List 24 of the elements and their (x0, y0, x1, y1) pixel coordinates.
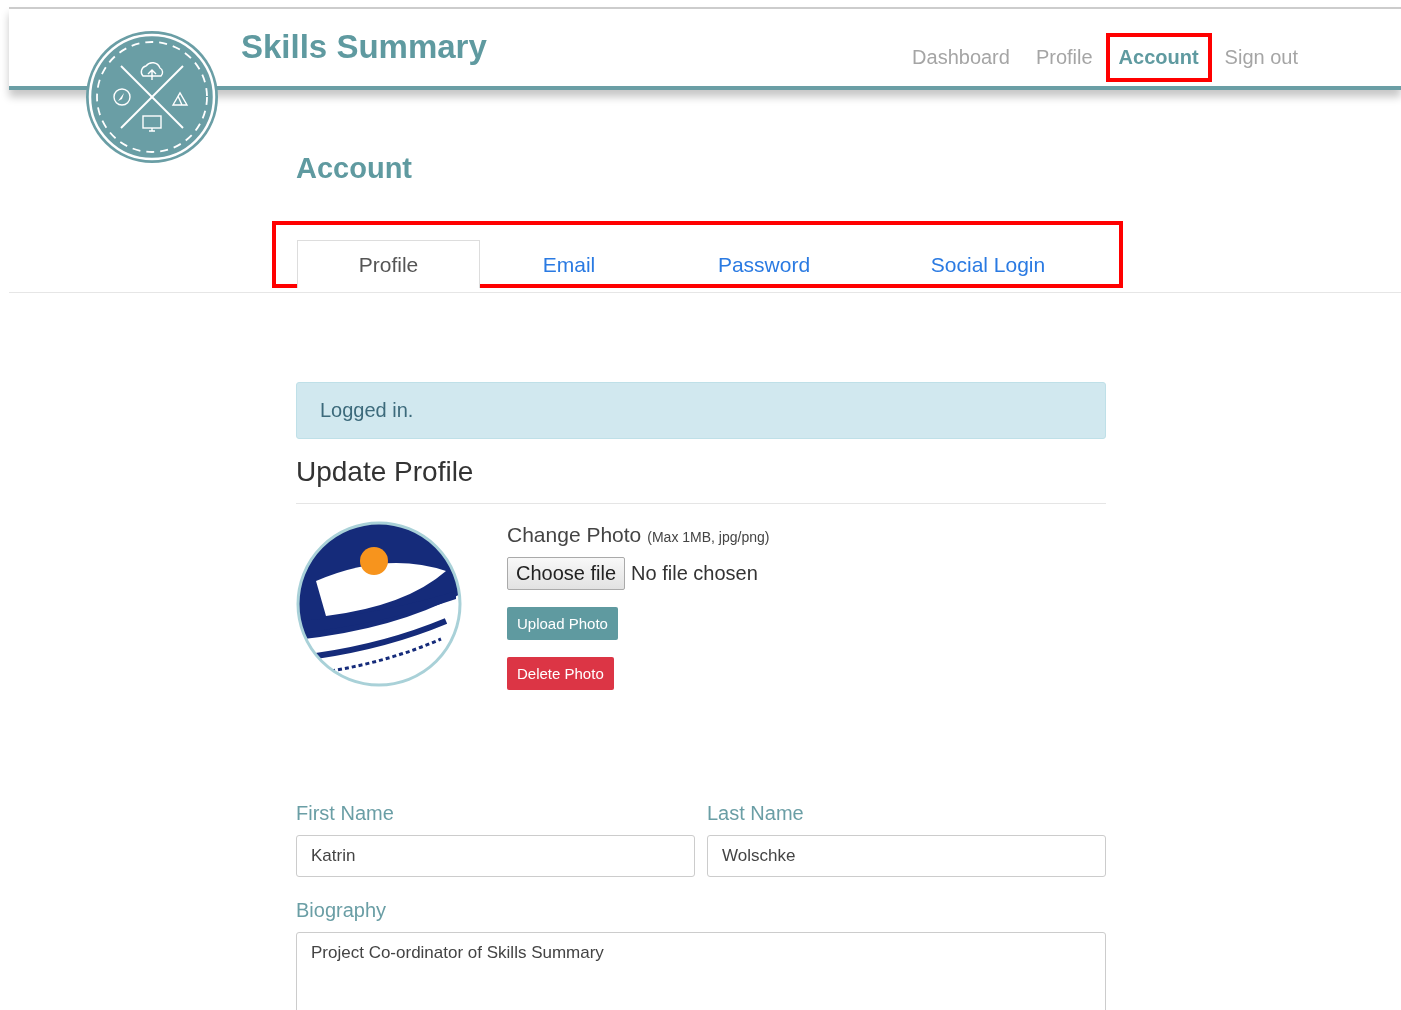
page-title: Account (296, 152, 413, 185)
tab[interactable]: Email (480, 240, 658, 288)
field-label: First Name (296, 802, 395, 825)
delete-photo-button[interactable]: Delete Photo (507, 657, 614, 690)
tab[interactable]: Password (658, 240, 870, 288)
tab[interactable]: Social Login (870, 240, 1106, 288)
alert-message: Logged in. (296, 382, 1106, 439)
biography-field[interactable]: Project Co-ordinator of Skills Summary (296, 932, 1106, 1010)
field-label: Biography (296, 899, 388, 922)
section-title: Update Profile (296, 456, 1106, 504)
upload-photo-button[interactable]: Upload Photo (507, 607, 618, 640)
nav-link[interactable]: Sign out (1211, 33, 1311, 82)
site-title: Skills Summary (241, 28, 487, 66)
file-status: No file chosen (631, 562, 758, 585)
photo-label: Change Photo (507, 523, 642, 547)
input-field[interactable]: Wolschke (707, 835, 1106, 877)
choose-file-button[interactable]: Choose file (507, 557, 626, 590)
tab[interactable]: Profile (297, 240, 480, 288)
nav-link[interactable]: Profile (1022, 33, 1106, 82)
nav-link[interactable]: Dashboard (899, 33, 1023, 82)
input-field[interactable]: Katrin (296, 835, 695, 877)
size-hint: (Max 1MB, jpg/png) (647, 529, 770, 545)
field-label: Last Name (707, 802, 805, 825)
nav-link[interactable]: Account (1105, 33, 1212, 82)
